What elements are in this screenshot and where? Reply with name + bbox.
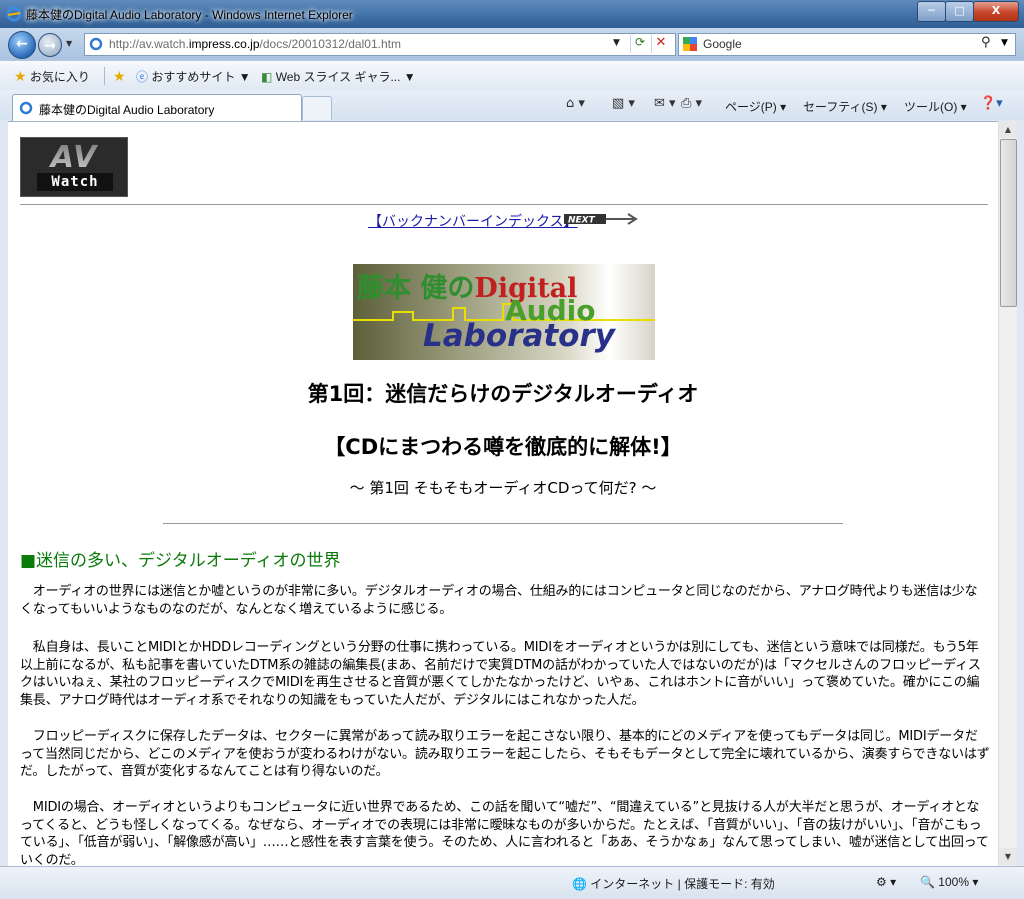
scroll-thumb[interactable] [1000,139,1017,307]
google-icon [683,37,697,51]
new-tab-button[interactable] [302,96,332,120]
article-subtitle: 【CDにまつわる噂を徹底的に解体!】 [324,435,682,459]
paragraph: MIDIの場合、オーディオというよりもコンピュータに近い世界であるため、この話を… [20,800,989,867]
add-favorite-button[interactable]: ★ [113,68,126,85]
popup-blocker-icon[interactable]: ⚙ ▾ [876,875,896,889]
globe-icon: 🌐 [572,877,587,891]
browser-window: 藤本健のDigital Audio Laboratory - Windows I… [0,0,1024,899]
mail-icon[interactable]: ✉ ▾ [654,96,676,111]
vertical-scrollbar[interactable]: ▲ ▼ [998,121,1017,866]
security-zone[interactable]: 🌐 インターネット | 保護モード: 有効 [572,875,775,892]
home-icon[interactable]: ⌂ ▾ [566,96,585,111]
back-arrow-icon: ← [16,36,28,52]
ie-icon: ⓔ [136,70,149,84]
page-icon [19,101,33,115]
web-slice-gallery-link[interactable]: ◧ Web スライス ギャラ... ▼ [261,68,416,85]
next-label: NEXT [568,216,596,226]
forward-arrow-icon: → [44,38,56,54]
divider [104,67,105,85]
address-url: http://av.watch.impress.co.jp/docs/20010… [109,37,401,51]
back-number-index-link[interactable]: 【バックナンバーインデックス】 [368,211,578,231]
add-favorite-icon: ★ [113,68,126,84]
tools-menu[interactable]: ツール(O) ▾ [904,98,967,115]
divider [163,523,843,524]
zoom-icon: 🔍 [920,875,935,889]
article-title: 第1回：迷信だらけのデジタルオーディオ [307,382,699,406]
search-options-icon[interactable]: ▼ [1001,38,1008,48]
zoom-control[interactable]: 🔍 100% ▾ [920,875,978,889]
section-heading: ■迷信の多い、デジタルオーディオの世界 [20,551,341,571]
window-title: 藤本健のDigital Audio Laboratory - Windows I… [26,8,353,22]
address-input[interactable]: http://av.watch.impress.co.jp/docs/20010… [84,33,676,56]
recommended-sites-link[interactable]: ⓔ おすすめサイト ▼ [136,68,251,85]
ie-icon [6,6,22,22]
address-dropdown-icon[interactable]: ▼ [613,38,620,48]
tab-current[interactable]: 藤本健のDigital Audio Laboratory [12,94,302,121]
close-button[interactable]: X [973,1,1019,22]
paragraph: フロッピーディスクに保存したデータは、セクターに異常があって読み取りエラーを起こ… [20,729,990,779]
back-button[interactable]: ← [8,31,36,59]
star-icon: ★ [14,68,27,84]
paragraph: オーディオの世界には迷信とか嘘というのが非常に多い。デジタルオーディオの場合、仕… [20,584,978,617]
next-arrow-button[interactable]: NEXT [564,211,638,227]
help-icon[interactable]: ❓▾ [980,96,1003,111]
refresh-icon[interactable]: ⟳ [630,35,649,53]
search-provider: Google [703,37,742,51]
safety-menu[interactable]: セーフティ(S) ▾ [803,98,887,115]
print-icon[interactable]: ⎙ ▾ [681,96,702,111]
recent-pages-dropdown-icon[interactable]: ▼ [66,39,72,48]
tab-row: 藤本健のDigital Audio Laboratory ⌂ ▾ ▧ ▾ ✉ ▾… [0,90,1024,121]
logo-watch-text: Watch [37,173,113,191]
banner-title-line3: Laboratory [423,318,615,354]
search-icon[interactable]: ⚲ [981,35,991,50]
logo-av-text: AV [21,140,127,175]
page-content: AV Watch 【バックナンバーインデックス】 NEXT 藤本 健のDigit… [8,121,998,867]
divider [20,204,988,205]
av-watch-logo[interactable]: AV Watch [20,137,128,197]
title-bar: 藤本健のDigital Audio Laboratory - Windows I… [0,0,1024,28]
paragraph: 私自身は、長いことMIDIとかHDDレコーディングという分野の仕事に携わっている… [20,640,981,708]
page-icon [89,37,103,51]
page-menu[interactable]: ページ(P) ▾ [725,98,786,115]
minimize-button[interactable]: ─ [917,1,946,22]
stop-icon[interactable]: ✕ [651,35,670,53]
status-bar: 🌐 インターネット | 保護モード: 有効 ⚙ ▾ 🔍 100% ▾ [0,866,1024,899]
article-episode: ～ 第1回 そもそもオーディオCDって何だ? ～ [349,479,657,497]
scroll-down-icon[interactable]: ▼ [999,848,1017,865]
scroll-up-icon[interactable]: ▲ [999,121,1017,138]
tab-title: 藤本健のDigital Audio Laboratory [39,103,215,117]
favorites-button[interactable]: ★ お気に入り [14,68,90,85]
favorites-bar: ★ お気に入り ★ ⓔ おすすめサイト ▼ ◧ Web スライス ギャラ... … [0,60,1024,91]
webslice-icon: ◧ [261,70,273,84]
search-input[interactable]: Google ⚲ ▼ [678,33,1016,56]
forward-button[interactable]: → [38,33,62,57]
maximize-button[interactable]: □ [945,1,974,22]
address-bar-row: ← → ▼ http://av.watch.impress.co.jp/docs… [0,28,1024,60]
digital-audio-laboratory-banner: 藤本 健のDigital Audio Laboratory [353,264,655,360]
feeds-icon[interactable]: ▧ ▾ [612,96,635,111]
